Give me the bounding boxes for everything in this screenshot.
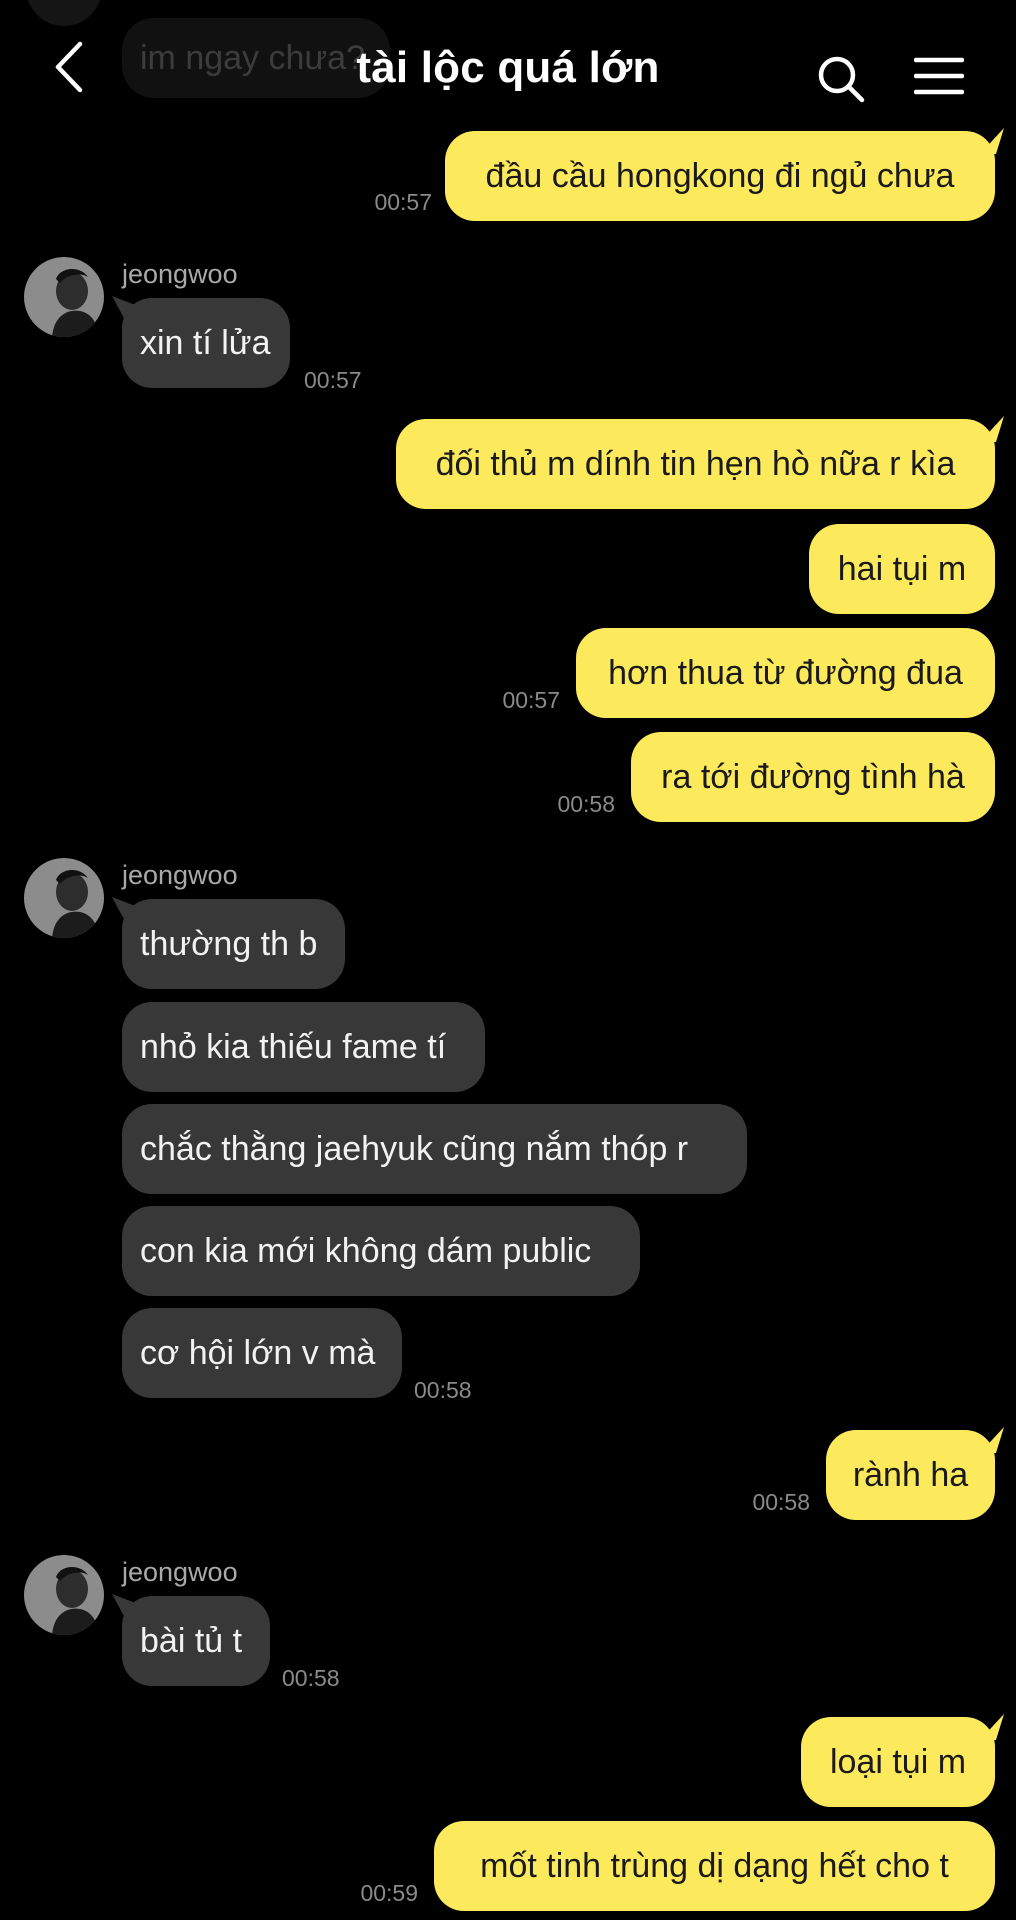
avatar bbox=[26, 0, 102, 26]
search-button[interactable] bbox=[816, 54, 866, 104]
search-icon bbox=[818, 56, 865, 103]
message-timestamp: 00:58 bbox=[414, 1377, 472, 1403]
outgoing-message[interactable]: hơn thua từ đường đua bbox=[576, 628, 995, 718]
sender-name: jeongwoo bbox=[122, 860, 238, 890]
message-timestamp: 00:58 bbox=[752, 1489, 810, 1515]
chat-header: im ngay chưa? tài lộc quá lớn bbox=[0, 0, 1016, 130]
outgoing-message[interactable]: mốt tinh trùng dị dạng hết cho t bbox=[434, 1821, 995, 1911]
bubble-tail bbox=[980, 128, 1004, 154]
outgoing-message[interactable]: loại tụi m bbox=[801, 1717, 995, 1807]
incoming-message[interactable]: thường th b bbox=[122, 899, 345, 989]
message-timestamp: 00:58 bbox=[557, 791, 615, 817]
message-timestamp: 00:57 bbox=[502, 687, 560, 713]
bubble-tail bbox=[980, 1714, 1004, 1740]
avatar bbox=[24, 257, 104, 337]
sender-name: jeongwoo bbox=[122, 1557, 238, 1587]
outgoing-message[interactable]: ra tới đường tình hà bbox=[631, 732, 995, 822]
incoming-message[interactable]: bài tủ t bbox=[122, 1596, 270, 1686]
menu-button[interactable] bbox=[913, 56, 965, 96]
outgoing-message[interactable]: rành ha bbox=[826, 1430, 995, 1520]
outgoing-message[interactable]: đối thủ m dính tin hẹn hò nữa r kìa bbox=[396, 419, 995, 509]
avatar bbox=[24, 1555, 104, 1635]
incoming-message[interactable]: chắc thằng jaehyuk cũng nắm thóp r bbox=[122, 1104, 747, 1194]
incoming-message[interactable]: nhỏ kia thiếu fame tí bbox=[122, 1002, 485, 1092]
bubble-tail bbox=[980, 416, 1004, 442]
message-timestamp: 00:59 bbox=[360, 1880, 418, 1906]
message-timestamp: 00:57 bbox=[374, 189, 432, 215]
incoming-message[interactable]: con kia mới không dám public bbox=[122, 1206, 640, 1296]
bubble-tail bbox=[980, 1427, 1004, 1453]
message-timestamp: 00:57 bbox=[304, 367, 362, 393]
outgoing-message[interactable]: đầu cầu hongkong đi ngủ chưa bbox=[445, 131, 995, 221]
message-timestamp: 00:58 bbox=[282, 1665, 340, 1691]
sender-name: jeongwoo bbox=[122, 259, 238, 289]
avatar bbox=[24, 858, 104, 938]
hamburger-menu-icon bbox=[913, 57, 965, 95]
incoming-message[interactable]: xin tí lửa bbox=[122, 298, 290, 388]
outgoing-message[interactable]: hai tụi m bbox=[809, 524, 995, 614]
incoming-message[interactable]: cơ hội lớn v mà bbox=[122, 1308, 402, 1398]
